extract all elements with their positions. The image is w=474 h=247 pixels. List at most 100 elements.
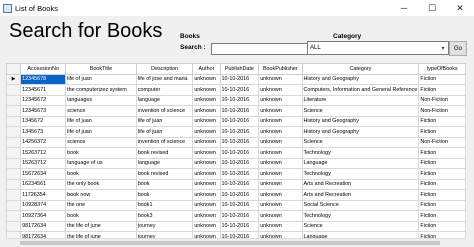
table-cell[interactable]: life of jose and maria — [135, 73, 194, 85]
table-row[interactable]: 98172634 the life of june journey unknown 10… — [6, 220, 466, 232]
table-cell[interactable]: Non-Fiction — [418, 105, 466, 117]
row-header[interactable] — [6, 178, 22, 190]
table-cell[interactable]: unknown — [192, 178, 221, 190]
table-cell[interactable]: unknown — [258, 115, 303, 127]
table-cell[interactable]: 10-10-2016 — [219, 115, 260, 127]
table-cell[interactable]: 1345672 — [20, 115, 67, 127]
table-cell[interactable]: book — [65, 147, 137, 159]
table-cell[interactable]: language — [135, 94, 194, 106]
table-cell[interactable]: unknown — [258, 136, 303, 148]
table-cell[interactable]: the computerizez system — [65, 84, 137, 96]
column-header[interactable]: AccessionNo — [20, 63, 67, 75]
table-cell[interactable]: 10928374 — [20, 199, 67, 211]
table-cell[interactable]: invention of science — [135, 136, 194, 148]
column-header[interactable]: BookTitle — [65, 63, 137, 75]
table-cell[interactable]: Fiction — [418, 168, 466, 180]
table-cell[interactable]: unknown — [192, 94, 221, 106]
table-cell[interactable]: Fiction — [418, 147, 466, 159]
books-grid[interactable]: AccessionNo BookTitle Description Author… — [6, 63, 466, 247]
table-cell[interactable]: book revised — [135, 168, 194, 180]
current-row-arrow-icon[interactable]: ▶ — [6, 73, 22, 85]
table-cell[interactable]: journey — [135, 220, 194, 232]
table-cell[interactable]: Arts and Recreation — [301, 178, 420, 190]
column-header[interactable]: Author — [192, 63, 221, 75]
table-cell[interactable]: 14256372 — [20, 136, 67, 148]
table-cell[interactable]: 11726354 — [20, 189, 67, 201]
row-header[interactable] — [6, 189, 22, 201]
table-cell[interactable]: Fiction — [418, 84, 466, 96]
table-cell[interactable]: Fiction — [418, 189, 466, 201]
table-row[interactable]: 12345673 science invention of science unkno… — [6, 105, 466, 117]
table-cell[interactable]: Language — [301, 157, 420, 169]
table-cell[interactable]: 10-10-2016 — [219, 136, 260, 148]
table-cell[interactable]: History and Geography — [301, 115, 420, 127]
table-cell[interactable]: 1345673 — [20, 126, 67, 138]
table-cell[interactable]: Science — [301, 220, 420, 232]
table-cell[interactable]: unknown — [258, 147, 303, 159]
table-cell[interactable]: book — [135, 178, 194, 190]
table-cell[interactable]: unknown — [258, 84, 303, 96]
horizontal-scrollbar[interactable] — [6, 238, 466, 247]
row-header[interactable] — [6, 168, 22, 180]
table-cell[interactable]: 98172634 — [20, 220, 67, 232]
table-cell[interactable]: unknown — [192, 136, 221, 148]
table-cell[interactable]: unknown — [258, 157, 303, 169]
table-row[interactable]: 15672634 book book revised unknown 10-10-201… — [6, 168, 466, 180]
table-cell[interactable]: the life of june — [65, 220, 137, 232]
table-cell[interactable]: unknown — [258, 210, 303, 222]
table-cell[interactable]: unknown — [192, 210, 221, 222]
table-cell[interactable]: unknown — [258, 94, 303, 106]
table-cell[interactable]: unknown — [192, 220, 221, 232]
table-cell[interactable]: Non-Fiction — [418, 136, 466, 148]
search-input[interactable] — [211, 43, 308, 55]
table-cell[interactable]: life of juan — [65, 73, 137, 85]
go-button[interactable]: Go — [449, 41, 467, 56]
table-cell[interactable]: unknown — [192, 168, 221, 180]
table-cell[interactable]: book revised — [135, 147, 194, 159]
table-cell[interactable]: Science — [301, 136, 420, 148]
table-cell[interactable]: unknown — [192, 115, 221, 127]
table-cell[interactable]: unknown — [192, 147, 221, 159]
scrollbar-thumb[interactable] — [20, 241, 440, 245]
table-cell[interactable]: 15672634 — [20, 168, 67, 180]
table-cell[interactable]: History and Geography — [301, 126, 420, 138]
table-row[interactable]: 12345672 languages language unknown 10-10-20… — [6, 94, 466, 106]
table-cell[interactable]: 10-10-2016 — [219, 84, 260, 96]
table-cell[interactable]: Fiction — [418, 73, 466, 85]
table-cell[interactable]: unknown — [258, 126, 303, 138]
table-cell[interactable]: Fiction — [418, 115, 466, 127]
table-cell[interactable]: unknown — [192, 126, 221, 138]
table-cell[interactable]: Arts and Recreation — [301, 189, 420, 201]
minimize-button[interactable]: ─ — [390, 0, 418, 16]
table-cell[interactable]: life of juan — [135, 126, 194, 138]
table-cell[interactable]: the only book — [65, 178, 137, 190]
column-header[interactable]: PublishDate — [219, 63, 260, 75]
row-header[interactable] — [6, 94, 22, 106]
table-cell[interactable]: Technology — [301, 168, 420, 180]
table-cell[interactable]: unknown — [192, 73, 221, 85]
row-header[interactable] — [6, 105, 22, 117]
table-cell[interactable]: the one — [65, 199, 137, 211]
table-cell[interactable]: Computers, Information and General Refer… — [301, 84, 420, 96]
table-cell[interactable]: 10-10-2016 — [219, 168, 260, 180]
close-button[interactable]: ✕ — [446, 0, 474, 16]
table-cell[interactable]: unknown — [192, 189, 221, 201]
chevron-down-icon[interactable]: ▾ — [438, 45, 448, 52]
table-row[interactable]: ▶ 12345678 life of juan life of jose and ma… — [6, 73, 466, 85]
table-cell[interactable]: life of juan — [135, 115, 194, 127]
row-header[interactable] — [6, 84, 22, 96]
table-row[interactable]: 10927364 book book3 unknown 10-10-2016 unknow… — [6, 210, 466, 222]
table-cell[interactable]: 10-10-2016 — [219, 94, 260, 106]
table-row[interactable]: 10928374 the one book1 unknown 10-10-2016 unk… — [6, 199, 466, 211]
table-row[interactable]: 1345672 life of juan life of juan unknown 10… — [6, 115, 466, 127]
table-cell[interactable]: invention of science — [135, 105, 194, 117]
category-select[interactable]: ALL ▾ — [307, 41, 449, 55]
table-cell[interactable]: Fiction — [418, 178, 466, 190]
table-cell[interactable]: Science — [301, 105, 420, 117]
table-row[interactable]: 15263712 book book revised unknown 10-10-201… — [6, 147, 466, 159]
table-cell[interactable]: life of juan — [65, 115, 137, 127]
table-cell[interactable]: Fiction — [418, 126, 466, 138]
table-cell[interactable]: Literature — [301, 94, 420, 106]
table-cell[interactable]: 12345673 — [20, 105, 67, 117]
table-cell[interactable]: unknown — [192, 105, 221, 117]
